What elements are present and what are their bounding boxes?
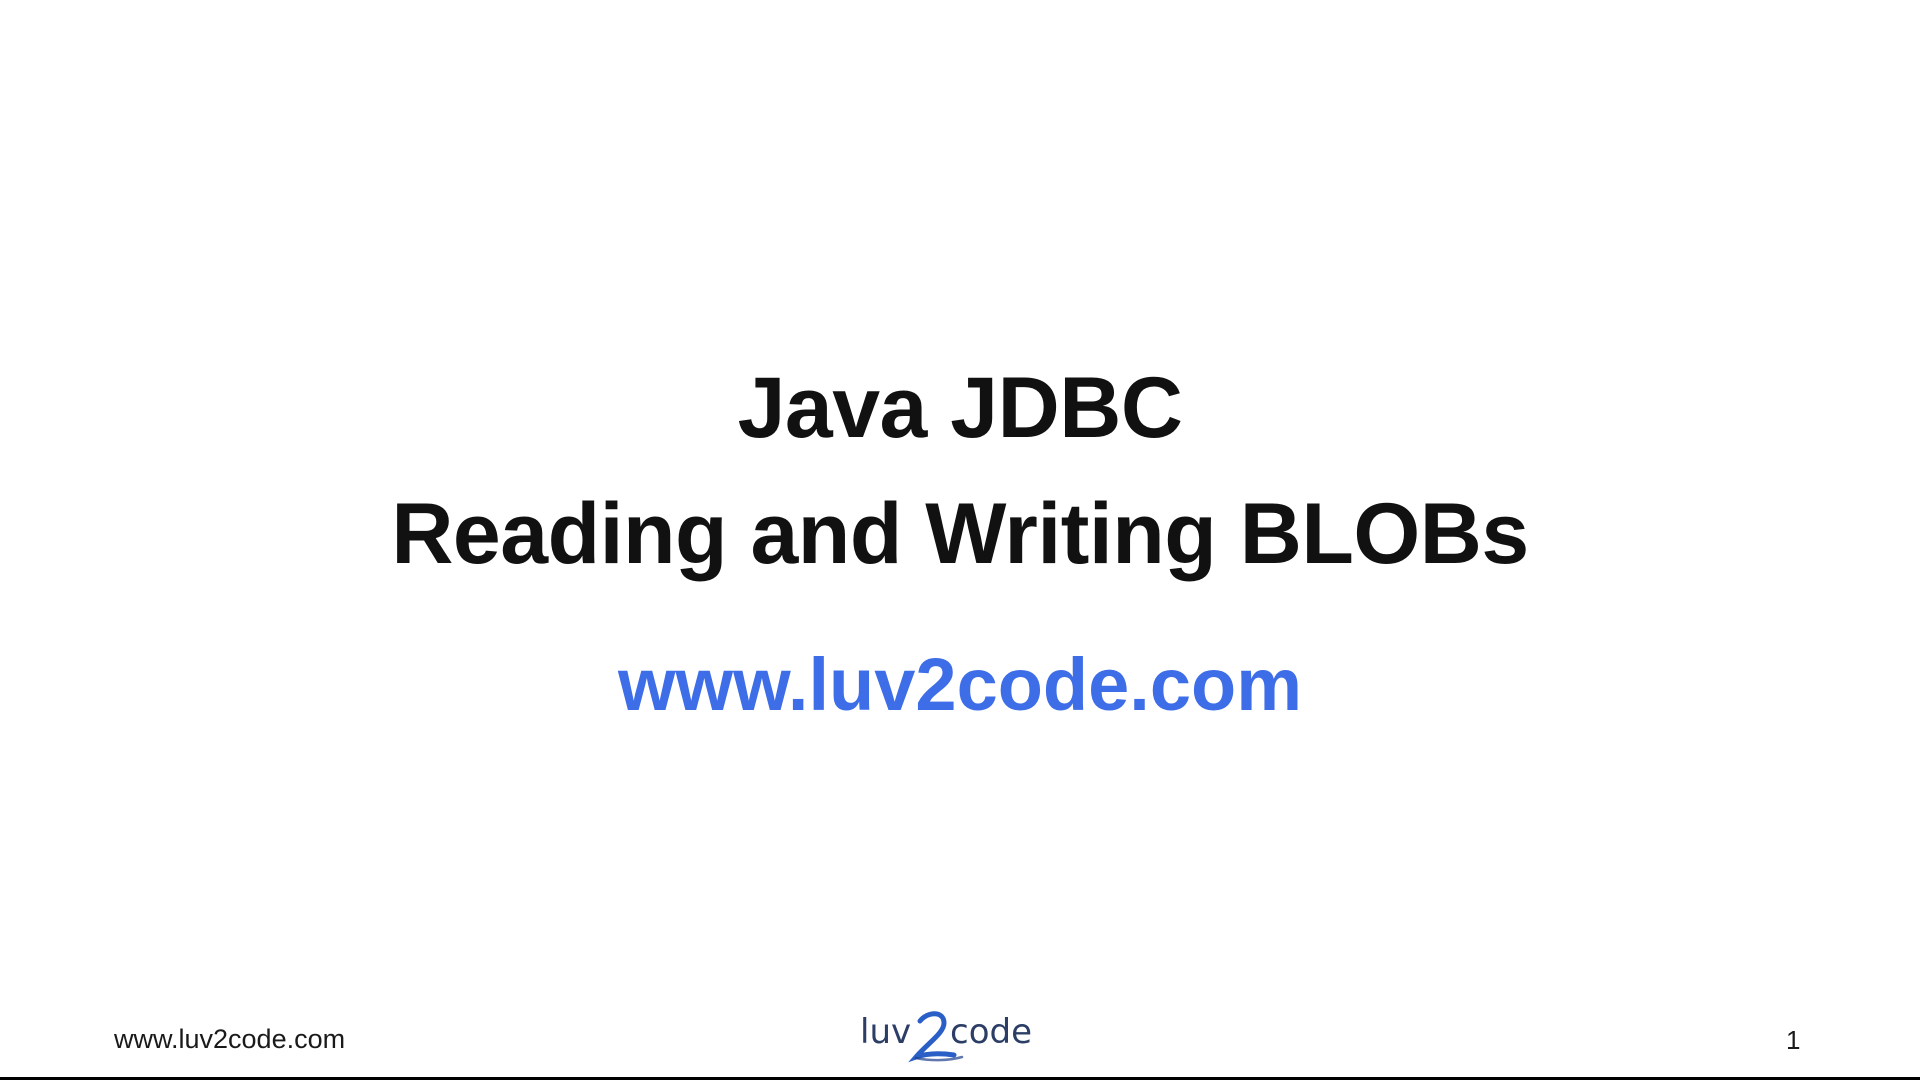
slide: Java JDBC Reading and Writing BLOBs www.… [0,0,1920,1077]
subtitle-url: www.luv2code.com [618,643,1302,726]
logo-text-right: code [950,1012,1032,1052]
page-number: 1 [1786,1025,1801,1055]
logo-text-left: luv [860,1012,911,1052]
luv2code-logo: luv code [860,1011,1032,1063]
footer-url: www.luv2code.com [114,1024,346,1054]
title-line-1: Java JDBC [737,360,1183,456]
title-line-2: Reading and Writing BLOBs [391,486,1529,582]
slide-title: Java JDBC Reading and Writing BLOBs [0,345,1920,597]
logo-swoosh [908,1011,957,1063]
